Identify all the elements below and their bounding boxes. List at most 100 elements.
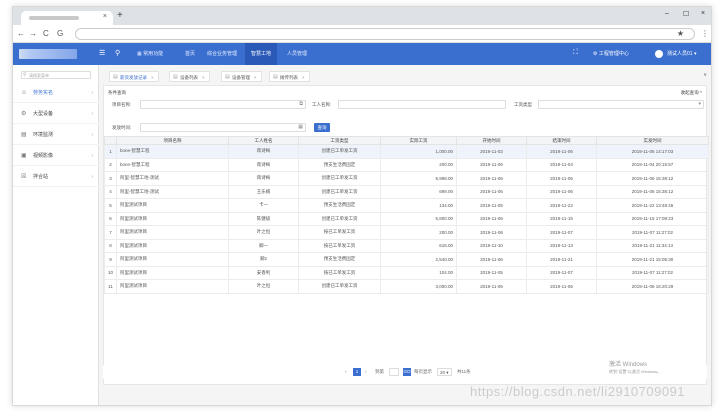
- nav-common-functions[interactable]: ▦ 常用功能: [131, 43, 169, 65]
- row-number: 8: [104, 238, 117, 253]
- nav-home[interactable]: 首页: [179, 43, 201, 65]
- cell-project: 阿里-智慧工地-测试: [116, 184, 229, 199]
- cell-salary-type: 创建已工单发工资: [298, 184, 381, 199]
- avatar[interactable]: [655, 50, 663, 58]
- goto-button[interactable]: GO: [403, 368, 411, 376]
- cell-worker: 王乐楠: [228, 184, 299, 199]
- table-row[interactable]: 4 阿里-智慧工地-测试 王乐楠 创建已工单发工资 699.00 2019-11-06 20…: [104, 184, 709, 199]
- browser-menu-icon[interactable]: ⋮: [701, 29, 709, 38]
- cell-paid-time: 2019-11-15 17:08:23: [596, 211, 709, 226]
- reload-icon[interactable]: C: [43, 29, 49, 38]
- worker-name-input[interactable]: [338, 100, 506, 109]
- table-row[interactable]: 10 阿里测试项目 安香利 按已工单发工资 104.00 2019-11-05 2019-1…: [104, 265, 709, 280]
- table-row[interactable]: 2 bone-智慧工程 蒋诗梅 预支生活费固定 200.00 2019-11-06 2019…: [104, 157, 709, 172]
- bookmark-star-icon[interactable]: ★: [677, 29, 684, 38]
- minimize-icon[interactable]: –: [665, 10, 669, 17]
- new-tab-icon[interactable]: +: [117, 10, 123, 21]
- close-icon[interactable]: ×: [202, 75, 205, 80]
- chevron-down-icon: ▾: [692, 51, 697, 57]
- tab-device-manage[interactable]: ▤ 设备管理 ×: [221, 71, 262, 82]
- cell-end-time: 2019-11-13: [526, 238, 597, 253]
- cell-project: 阿里测试项目: [116, 279, 229, 294]
- salary-type-label: 工资类型: [514, 102, 532, 107]
- address-bar[interactable]: ★: [75, 28, 695, 40]
- table-row[interactable]: 6 阿里测试项目 陈健级 创建已工单发工资 5,800.00 2019-11-06 2019…: [104, 211, 709, 226]
- cell-start-time: 2019-11-10: [456, 238, 527, 253]
- salary-table: 项目名称 工人姓名 工资类型 实际工资 开始时间 结束时间 实发时间 1 bone…: [104, 136, 709, 294]
- forward-icon[interactable]: →: [29, 29, 37, 38]
- salary-type-select[interactable]: ▾: [538, 100, 704, 109]
- query-button[interactable]: 查询: [314, 123, 330, 132]
- goto-label: 到第: [375, 369, 384, 374]
- col-end-time[interactable]: 结束时间: [526, 136, 597, 145]
- goto-page-input[interactable]: [389, 368, 399, 376]
- close-icon[interactable]: ×: [254, 75, 257, 80]
- col-project[interactable]: 项目名称: [116, 136, 229, 145]
- cell-project: 阿里-智慧工地-测试: [116, 171, 229, 186]
- table-row[interactable]: 7 阿里测试项目 叶之恒 按已工单发工资 200.00 2019-11-06 2019-11…: [104, 225, 709, 240]
- cell-end-time: 2019-11-07: [526, 225, 597, 240]
- sidebar-item-video[interactable]: ▣ 视频影像 ›: [13, 146, 99, 166]
- external-link-icon[interactable]: ⧉: [299, 101, 303, 107]
- tab-spread-list[interactable]: ▤ 摊传列表 ×: [269, 71, 310, 82]
- nav-personnel[interactable]: 人员管理: [281, 43, 313, 65]
- search-icon[interactable]: ⚲: [115, 49, 120, 57]
- cell-actual-salary: 5,800.00: [380, 211, 457, 226]
- col-start-time[interactable]: 开始时间: [456, 136, 527, 145]
- row-number: 11: [104, 279, 117, 294]
- cell-worker: 陈健级: [228, 211, 299, 226]
- browser-tab[interactable]: ×: [21, 11, 113, 25]
- tab-salary-records[interactable]: ▤ 薪资发放记录 ×: [109, 71, 159, 82]
- project-center[interactable]: ⚙ 工程管理中心: [593, 43, 629, 65]
- project-name-input[interactable]: ⧉: [140, 100, 306, 109]
- table-row[interactable]: 11 阿里测试项目 叶之恒 创建已工单发工资 3,000.00 2019-11-06 201…: [104, 279, 709, 294]
- table-row[interactable]: 9 阿里测试项目 卿2 预支生活费固定 2,540.00 2019-11-06 2019-1…: [104, 252, 709, 267]
- nav-smart-site[interactable]: 智慧工地: [245, 43, 278, 65]
- user-name[interactable]: 测试人员01 ▾: [667, 43, 696, 65]
- table-row[interactable]: 3 阿里-智慧工地-测试 蒋诗梅 创建已工单发工资 5,998.00 2019-11-06…: [104, 171, 709, 186]
- cell-salary-type: 按已工单发工资: [298, 238, 381, 253]
- table-row[interactable]: 8 阿里测试项目 卿一 按已工单发工资 615.00 2019-11-10 2019-11-…: [104, 238, 709, 253]
- window-close-icon[interactable]: ×: [701, 10, 705, 17]
- table-row[interactable]: 1 bone-智慧工程 蒋诗梅 创建已工单发工资 1,000.00 2019-11-02 2…: [104, 144, 709, 159]
- cell-project: 阿里测试项目: [116, 265, 229, 280]
- tab-icon: ▤: [273, 74, 278, 80]
- col-actual-salary[interactable]: 实际工资: [380, 136, 457, 145]
- page-size-select[interactable]: 20 ▾: [437, 368, 452, 376]
- grid-menu-icon[interactable]: ☰: [99, 49, 105, 57]
- col-salary-type[interactable]: 工资类型: [298, 136, 381, 145]
- pay-time-input[interactable]: ▦: [140, 123, 306, 132]
- chevron-down-icon[interactable]: ∨: [703, 72, 707, 78]
- table-row[interactable]: 5 阿里测试项目 卡一 预支生活费固定 134.00 2019-11-05 2019-11-…: [104, 198, 709, 213]
- sidebar-item-environment[interactable]: ▤ 环境监测 ›: [13, 125, 99, 145]
- tab-device-list[interactable]: ▤ 设备列表 ×: [169, 71, 210, 82]
- col-worker[interactable]: 工人姓名: [228, 136, 299, 145]
- cell-paid-time: 2019-11-06 16:20:29: [596, 279, 709, 294]
- row-number: 3: [104, 171, 117, 186]
- nav-integrated-business[interactable]: 综合业务管理: [201, 43, 243, 65]
- fullscreen-icon[interactable]: ⛶: [573, 49, 578, 57]
- back-icon[interactable]: ←: [17, 29, 25, 38]
- cell-actual-salary: 699.00: [380, 184, 457, 199]
- sidebar-item-labor[interactable]: ☺ 劳务实名 ›: [13, 83, 99, 103]
- tab-close-icon[interactable]: ×: [103, 13, 107, 20]
- next-page-icon[interactable]: ›: [365, 368, 367, 376]
- site-info-icon[interactable]: G: [57, 29, 63, 38]
- csdn-watermark: https://blog.csdn.net/li2910709091: [470, 384, 686, 399]
- sidebar-item-equipment[interactable]: ⚙ 大型设备 ›: [13, 104, 99, 124]
- collapse-filter-link[interactable]: 收起查询 ^: [681, 90, 702, 96]
- sidebar-search-input[interactable]: ⚲ 请搜索菜单: [21, 71, 91, 79]
- maximize-icon[interactable]: ☐: [683, 10, 689, 18]
- close-icon[interactable]: ×: [302, 75, 305, 80]
- mixing-icon: ☒: [21, 174, 27, 180]
- query-panel: 条件查询 收起查询 ^ 项目名称: ⧉ 工人名称: 工资类型 ▾ 发放时间: ▦…: [103, 85, 709, 385]
- prev-page-icon[interactable]: ‹: [345, 368, 347, 376]
- calendar-icon[interactable]: ▦: [298, 124, 303, 130]
- cell-worker: 叶之恒: [228, 279, 299, 294]
- close-icon[interactable]: ×: [151, 75, 154, 80]
- sidebar-item-mixing[interactable]: ☒ 拌合站 ›: [13, 167, 99, 187]
- col-paid-time[interactable]: 实发时间: [596, 136, 709, 145]
- cell-actual-salary: 200.00: [380, 157, 457, 172]
- page-number-current[interactable]: 1: [353, 368, 361, 376]
- cell-worker: 卡一: [228, 198, 299, 213]
